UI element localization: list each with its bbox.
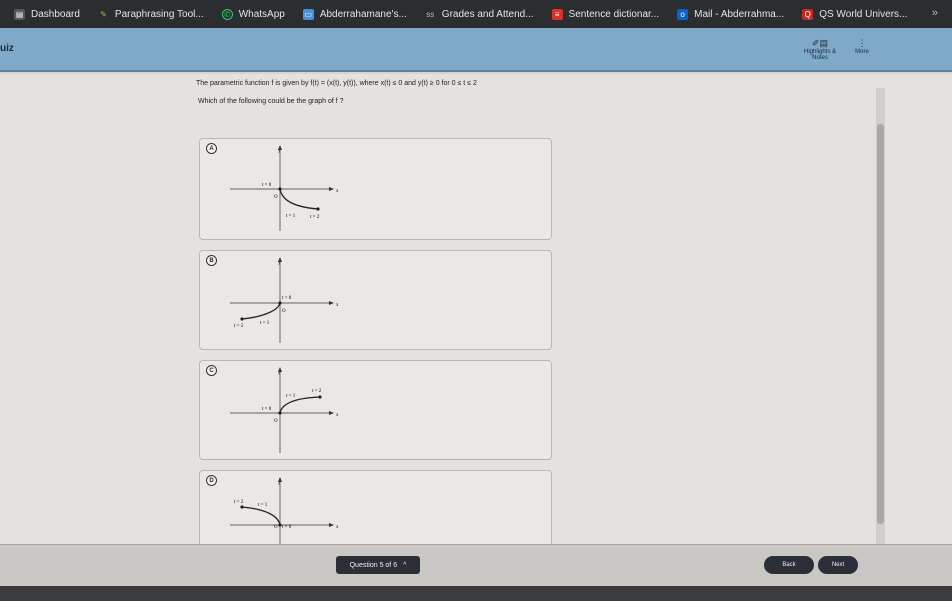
answer-option-a[interactable]: A y x O t = 0 t = 1 t = 2 (199, 138, 552, 240)
option-b-graph: y x O t = 0 t = 1 t = 2 (230, 257, 339, 343)
option-d-graph: y x O t = 0 t = 1 t = 2 (230, 477, 339, 545)
t1-label: t = 1 (260, 321, 270, 326)
curve (279, 396, 321, 414)
t0-label: t = 0 (282, 525, 292, 530)
more-label: More (855, 49, 869, 55)
x-axis-arrow (329, 411, 334, 415)
t2-label: t = 2 (234, 500, 244, 505)
x-label: x (336, 525, 339, 530)
question-nav-label: Question 5 of 6 (349, 561, 398, 569)
curve (241, 506, 281, 526)
qs-icon: Q (802, 8, 814, 20)
bottom-strip (0, 586, 952, 601)
point-t0 (278, 187, 282, 191)
next-button[interactable]: Next (818, 556, 858, 574)
bookmark-mail[interactable]: o Mail - Abderrahma... (677, 8, 785, 20)
point-t0 (278, 301, 282, 305)
x-label: x (336, 303, 339, 308)
bookmark-label: Dashboard (31, 8, 80, 20)
grades-icon: ss (426, 9, 435, 19)
bookmark-qs-world[interactable]: Q QS World Univers... (802, 8, 908, 20)
t0-label: t = 0 (282, 296, 292, 301)
answer-option-b[interactable]: B y x O t = 0 t = 1 t = 2 (199, 250, 552, 350)
answer-option-d[interactable]: D y x O t = 0 t = 1 t = 2 (199, 470, 552, 545)
question-text: The parametric function f is given by f(… (196, 80, 477, 87)
bookmark-label: Sentence dictionar... (568, 8, 660, 20)
curve (241, 302, 281, 320)
bookmark-label: Paraphrasing Tool... (114, 8, 204, 20)
question-prompt: Which of the following could be the grap… (198, 98, 344, 105)
t1-label: t = 1 (258, 503, 268, 508)
point-t0 (278, 411, 282, 415)
highlights-notes-label: Highlights & Notes (803, 49, 836, 61)
option-c-graph: y x O t = 0 t = 1 t = 2 (230, 367, 339, 453)
curve (279, 188, 319, 210)
scrollbar-thumb[interactable] (877, 124, 884, 524)
t2-label: t = 2 (312, 389, 322, 394)
x-axis-arrow (329, 301, 334, 305)
question-content: The parametric function f is given by f(… (0, 74, 952, 561)
t2-label: t = 2 (310, 215, 320, 220)
origin-label: O (282, 309, 286, 314)
bookmark-label: WhatsApp (238, 8, 285, 20)
point-t2 (240, 505, 244, 509)
whatsapp-icon: ✆ (221, 8, 233, 20)
bookmark-abderrahamane[interactable]: ▭ Abderrahamane's... (302, 8, 407, 20)
dashboard-icon: ▤ (14, 8, 25, 20)
bookmark-label: Mail - Abderrahma... (694, 8, 785, 20)
question-nav-button[interactable]: Question 5 of 6 ^ (336, 556, 420, 574)
t1-label: t = 1 (286, 394, 296, 399)
chevron-up-icon: ^ (403, 561, 407, 569)
highlighter-icon: ✐▤ (811, 38, 829, 48)
bookmark-paraphrasing-tool[interactable]: ✎ Paraphrasing Tool... (98, 9, 204, 20)
t1-label: t = 1 (286, 214, 296, 219)
t0-label: t = 0 (262, 183, 272, 188)
point-t2 (240, 317, 244, 321)
page-title: uiz (0, 43, 14, 54)
bookmark-label: QS World Univers... (819, 8, 908, 20)
footer-bar: Question 5 of 6 ^ Back Next (0, 544, 952, 586)
outlook-icon: o (677, 8, 689, 20)
answer-option-c[interactable]: C y x O t = 0 t = 1 t = 2 (199, 360, 552, 460)
x-label: x (336, 189, 339, 194)
bookmark-sentence-dictionary[interactable]: ≡ Sentence dictionar... (551, 8, 660, 20)
bookmarks-overflow-icon[interactable]: » (932, 7, 938, 19)
point-t2 (318, 395, 322, 399)
bookmark-whatsapp[interactable]: ✆ WhatsApp (221, 8, 285, 20)
dictionary-icon: ≡ (551, 8, 563, 20)
more-vertical-icon: ⋮ (857, 38, 867, 48)
option-a-graph: y x O t = 0 t = 1 t = 2 (230, 145, 339, 231)
bookmark-grades[interactable]: ss Grades and Attend... (425, 8, 534, 20)
app-header: uiz ✐▤ Highlights & Notes ⋮ More (0, 28, 952, 72)
x-label: x (336, 413, 339, 418)
back-button[interactable]: Back (764, 556, 814, 574)
bookmark-label: Abderrahamane's... (319, 8, 407, 20)
origin-label: O (274, 419, 278, 424)
bookmark-dashboard[interactable]: ▤ Dashboard (14, 8, 80, 20)
origin-label: O (274, 195, 278, 200)
bookmarks-bar: ▤ Dashboard ✎ Paraphrasing Tool... ✆ WhatsA… (0, 0, 952, 28)
t2-label: t = 2 (234, 324, 244, 329)
origin-label: O (274, 525, 278, 530)
t0-label: t = 0 (262, 407, 272, 412)
highlights-notes-button[interactable]: ✐▤ Highlights & Notes (800, 38, 840, 61)
point-t2 (316, 207, 320, 211)
x-axis-arrow (329, 523, 334, 527)
more-button[interactable]: ⋮ More (850, 38, 874, 55)
x-axis-arrow (329, 187, 334, 191)
bookmark-label: Grades and Attend... (441, 8, 534, 20)
scrollbar[interactable] (876, 88, 885, 544)
monitor-icon: ▭ (302, 8, 314, 20)
feather-icon: ✎ (100, 9, 107, 19)
